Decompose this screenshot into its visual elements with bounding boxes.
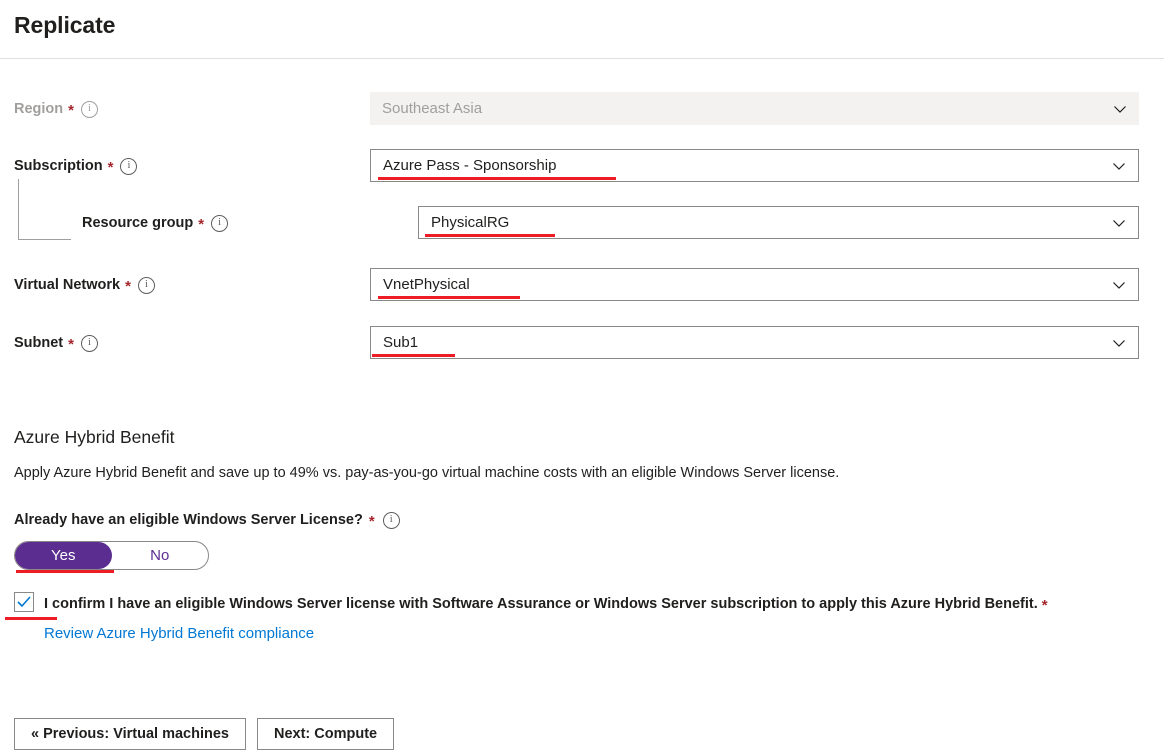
info-icon[interactable]: i (137, 276, 155, 294)
label-region: Region * i (14, 99, 98, 119)
review-compliance-link[interactable]: Review Azure Hybrid Benefit compliance (44, 624, 314, 644)
confirm-checkbox-wrapper: I confirm I have an eligible Windows Ser… (0, 591, 1164, 620)
label-subnet: Subnet * i (14, 333, 98, 353)
annotation-underline-toggle (16, 570, 114, 573)
select-resource-group-value: PhysicalRG (431, 213, 510, 231)
confirm-checkbox-row[interactable]: I confirm I have an eligible Windows Ser… (0, 591, 1164, 617)
label-subscription-text: Subscription (14, 158, 103, 174)
info-icon[interactable]: i (382, 511, 400, 529)
form-row-subnet: Subnet * i Sub1 (0, 320, 1164, 378)
section-title-hybrid-benefit: Azure Hybrid Benefit (14, 427, 175, 447)
form-row-resource-group: Resource group * i PhysicalRG (0, 179, 1164, 262)
license-toggle[interactable]: Yes No (14, 541, 209, 570)
label-resource-group-text: Resource group (82, 215, 194, 231)
info-icon[interactable]: i (120, 157, 138, 175)
license-question-text: Already have an eligible Windows Server … (14, 512, 363, 528)
form-row-region: Region * i Southeast Asia (0, 85, 1164, 143)
annotation-underline-subscription (378, 177, 616, 180)
confirm-checkbox[interactable] (14, 592, 34, 612)
form-row-virtual-network: Virtual Network * i VnetPhysical (0, 262, 1164, 320)
annotation-underline-subnet (372, 354, 455, 357)
select-region-value: Southeast Asia (382, 99, 483, 117)
chevron-down-icon (1112, 336, 1126, 350)
label-region-text: Region (14, 101, 64, 117)
tree-connector (18, 179, 71, 240)
info-icon[interactable]: i (80, 334, 98, 352)
checkmark-icon (17, 596, 31, 608)
toggle-option-yes[interactable]: Yes (15, 542, 112, 569)
chevron-down-icon (1112, 216, 1126, 230)
confirm-checkbox-text: I confirm I have an eligible Windows Ser… (44, 596, 1038, 612)
required-asterisk: * (368, 513, 375, 530)
label-subnet-text: Subnet (14, 335, 64, 351)
chevron-down-icon (1112, 278, 1126, 292)
select-subnet-value: Sub1 (383, 333, 419, 351)
replicate-form: Region * i Southeast Asia Subscription *… (0, 59, 1164, 378)
required-asterisk: * (198, 216, 205, 233)
form-row-subscription: Subscription * i Azure Pass - Sponsorshi… (0, 143, 1164, 201)
page-header: Replicate (0, 0, 1164, 59)
next-button[interactable]: Next: Compute (256, 718, 395, 750)
select-subscription-value: Azure Pass - Sponsorship (383, 156, 557, 174)
select-subnet[interactable]: Sub1 (370, 326, 1139, 359)
select-virtual-network-value: VnetPhysical (383, 275, 470, 293)
annotation-underline-resource-group (425, 234, 555, 237)
azure-hybrid-benefit-section: Azure Hybrid Benefit Apply Azure Hybrid … (0, 425, 1164, 644)
label-virtual-network-text: Virtual Network (14, 277, 121, 293)
label-resource-group: Resource group * i (82, 213, 229, 233)
label-virtual-network: Virtual Network * i (14, 275, 155, 295)
label-subscription: Subscription * i (14, 156, 138, 176)
info-icon[interactable]: i (211, 214, 229, 232)
annotation-underline-virtual-network (378, 296, 520, 299)
wizard-footer: « Previous: Virtual machines Next: Compu… (14, 718, 395, 750)
page-title: Replicate (14, 12, 116, 38)
previous-button[interactable]: « Previous: Virtual machines (14, 718, 246, 750)
info-icon[interactable]: i (80, 100, 98, 118)
confirm-checkbox-label: I confirm I have an eligible Windows Ser… (44, 591, 1048, 617)
required-asterisk: * (107, 159, 114, 176)
select-region: Southeast Asia (370, 92, 1139, 125)
required-asterisk: * (68, 102, 74, 119)
required-asterisk: * (68, 336, 74, 353)
license-toggle-wrapper: Yes No (0, 541, 1164, 573)
chevron-down-icon (1113, 102, 1127, 116)
required-asterisk: * (125, 278, 131, 295)
license-question-label: Already have an eligible Windows Server … (0, 510, 1164, 530)
annotation-underline-checkbox (5, 617, 57, 620)
required-asterisk: * (1041, 597, 1048, 614)
chevron-down-icon (1112, 159, 1126, 173)
hybrid-benefit-description: Apply Azure Hybrid Benefit and save up t… (14, 465, 840, 481)
toggle-option-no[interactable]: No (112, 542, 209, 569)
